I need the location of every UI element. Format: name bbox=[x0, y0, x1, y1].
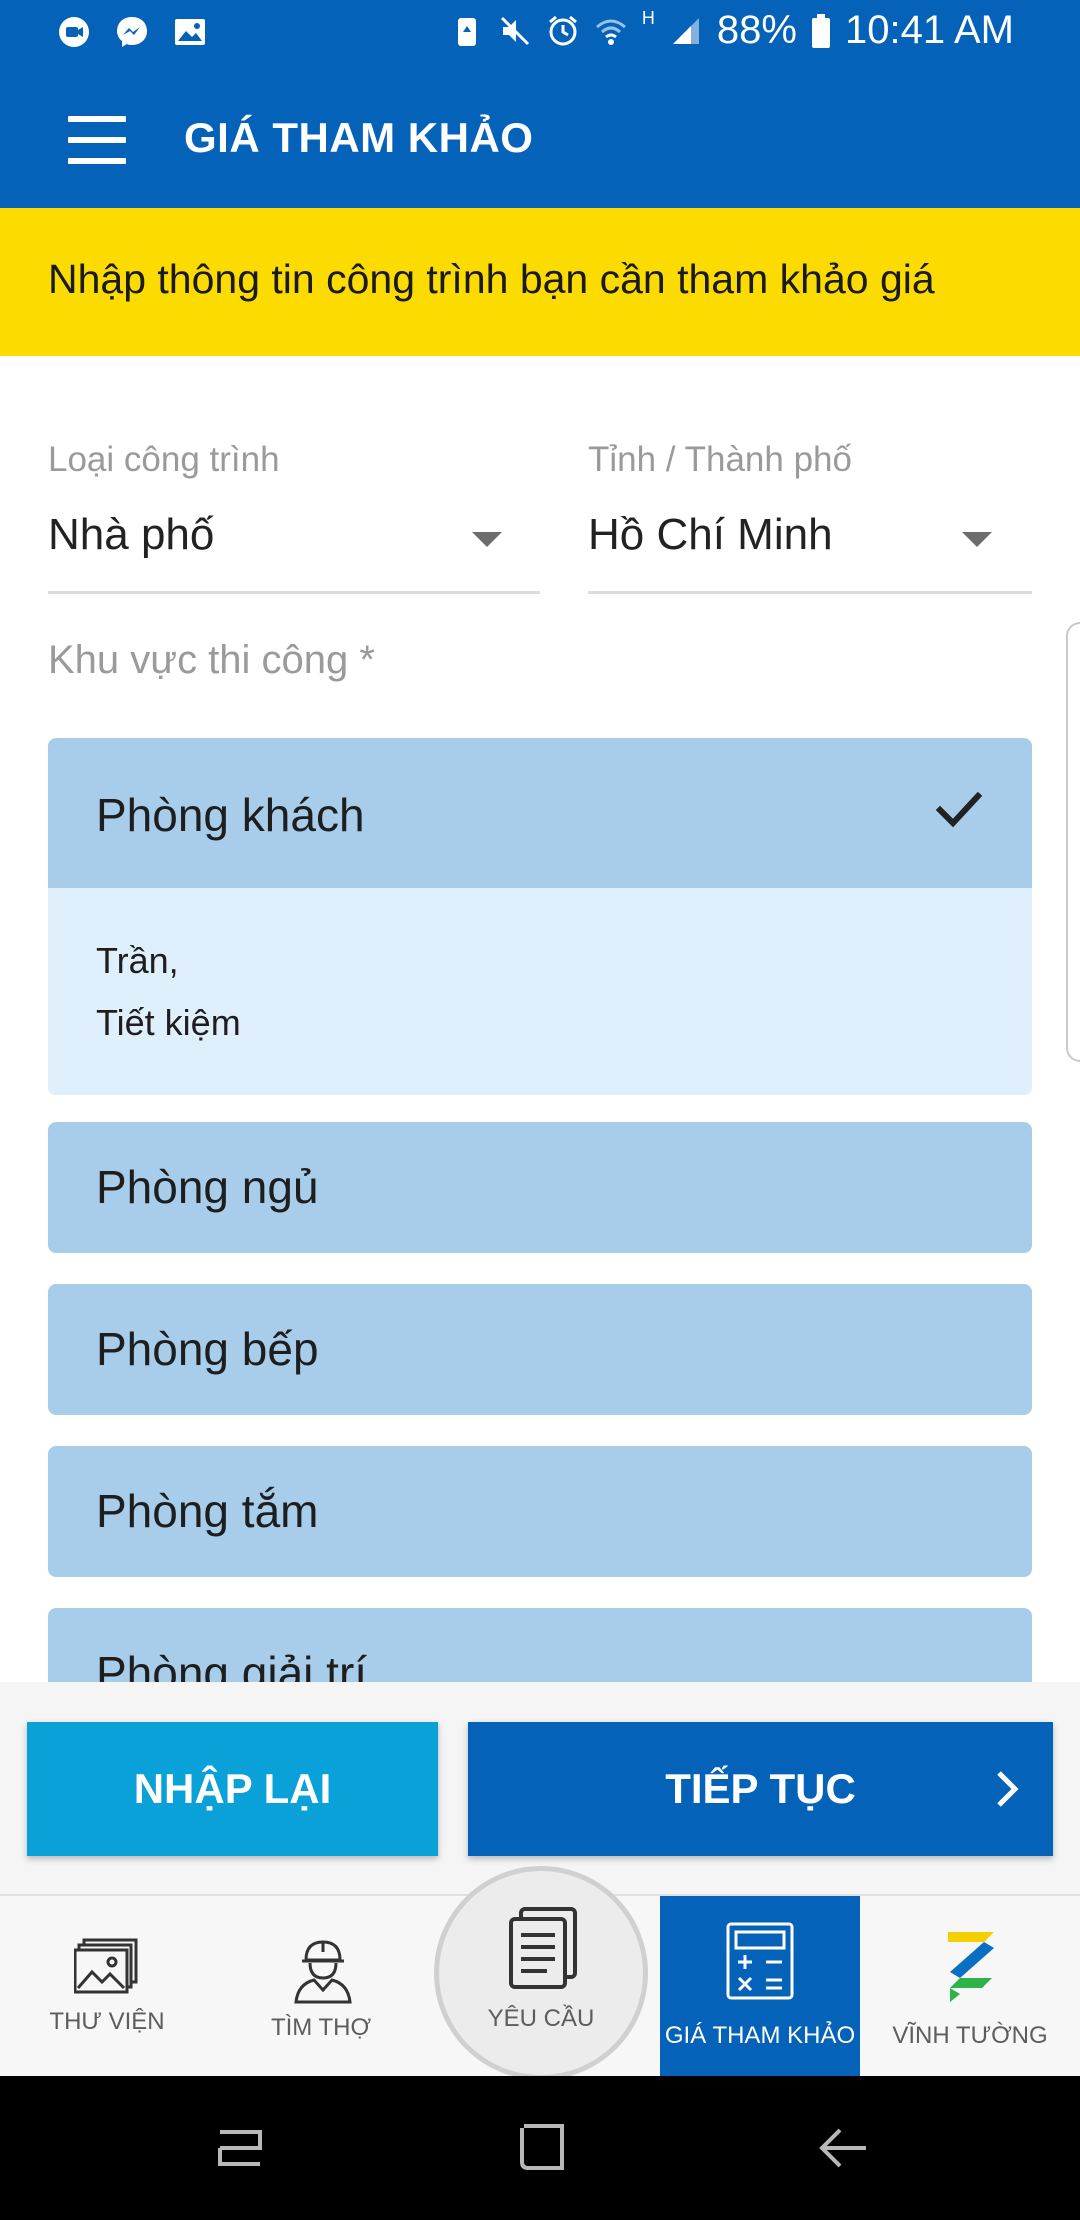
nav-item-vinh-tuong[interactable]: VĨNH TƯỜNG bbox=[860, 1896, 1080, 2078]
area-item-label: Phòng ngủ bbox=[96, 1161, 319, 1213]
document-icon bbox=[509, 1907, 577, 1989]
chevron-right-icon bbox=[997, 1771, 1019, 1807]
reset-button-label: NHẬP LẠI bbox=[133, 1765, 332, 1812]
network-type: H bbox=[641, 8, 655, 28]
detail-ceiling: Trần, bbox=[96, 940, 179, 981]
video-call-icon bbox=[59, 17, 89, 47]
detail-package: Tiết kiệm bbox=[96, 1002, 241, 1043]
image-icon bbox=[175, 19, 205, 45]
hamburger-icon-line bbox=[68, 158, 126, 164]
hamburger-icon bbox=[68, 116, 126, 122]
building-type-dropdown[interactable]: Loại công trình Nhà phố bbox=[48, 440, 540, 594]
nav-item-library[interactable]: THƯ VIỆN bbox=[0, 1896, 214, 2078]
nav-label: YÊU CẦU bbox=[487, 2005, 595, 2032]
area-section-label: Khu vực thi công * bbox=[48, 638, 375, 682]
home-icon[interactable] bbox=[512, 2118, 572, 2178]
nav-label: VĨNH TƯỜNG bbox=[892, 2022, 1048, 2049]
area-item-label: Phòng giải trí bbox=[96, 1647, 368, 1682]
system-nav-bar bbox=[0, 2076, 1080, 2220]
continue-button-label: TIẾP TỤC bbox=[665, 1765, 856, 1812]
building-type-value: Nhà phố bbox=[48, 510, 215, 559]
mute-icon bbox=[500, 16, 529, 45]
nav-item-find-worker[interactable]: TÌM THỢ bbox=[214, 1896, 428, 2078]
battery-percent: 88% bbox=[716, 8, 797, 52]
caret-down-icon bbox=[472, 532, 502, 547]
area-item-bathroom[interactable]: Phòng tắm bbox=[48, 1446, 1032, 1577]
vinh-tuong-logo bbox=[948, 1932, 994, 2002]
signal-icon bbox=[672, 17, 699, 44]
alarm-icon bbox=[548, 15, 577, 45]
area-item-label: Phòng bếp bbox=[96, 1323, 319, 1375]
caret-down-icon bbox=[962, 532, 992, 547]
area-item-label: Phòng khách bbox=[96, 789, 365, 841]
battery-saver-icon bbox=[457, 17, 476, 46]
status-bar: H 88% 10:41 AM bbox=[0, 0, 1080, 72]
area-item-kitchen[interactable]: Phòng bếp bbox=[48, 1284, 1032, 1415]
area-item-entertainment[interactable]: Phòng giải trí bbox=[48, 1608, 1032, 1682]
check-icon bbox=[936, 791, 982, 828]
building-type-label: Loại công trình bbox=[48, 440, 280, 479]
back-icon[interactable] bbox=[814, 2118, 874, 2178]
action-bar: NHẬP LẠI TIẾP TỤC bbox=[0, 1682, 1080, 1894]
continue-button[interactable]: TIẾP TỤC bbox=[468, 1722, 1053, 1856]
city-label: Tỉnh / Thành phố bbox=[588, 440, 852, 479]
clock: 10:41 AM bbox=[844, 8, 1014, 52]
city-value: Hồ Chí Minh bbox=[588, 510, 833, 559]
worker-icon bbox=[294, 1940, 352, 2004]
info-banner: Nhập thông tin công trình bạn cần tham k… bbox=[0, 208, 1080, 356]
menu-button[interactable] bbox=[62, 112, 134, 168]
app-bar: GIÁ THAM KHẢO bbox=[0, 72, 1080, 208]
messenger-icon bbox=[117, 17, 147, 47]
city-dropdown[interactable]: Tỉnh / Thành phố Hồ Chí Minh bbox=[588, 440, 1032, 594]
hamburger-icon-line bbox=[68, 137, 126, 143]
nav-label: THƯ VIỆN bbox=[49, 2008, 165, 2035]
area-item-label: Phòng tắm bbox=[96, 1485, 319, 1537]
nav-label: TÌM THỢ bbox=[270, 2014, 372, 2041]
gallery-icon bbox=[74, 1938, 138, 1994]
nav-label: GIÁ THAM KHẢO bbox=[664, 2022, 856, 2049]
area-item-bedroom[interactable]: Phòng ngủ bbox=[48, 1122, 1032, 1253]
calculator-icon bbox=[726, 1922, 794, 2000]
reset-button[interactable]: NHẬP LẠI bbox=[27, 1722, 438, 1856]
nav-item-requests[interactable]: YÊU CẦU bbox=[434, 1866, 648, 2080]
page-title: GIÁ THAM KHẢO bbox=[184, 114, 534, 161]
battery-icon bbox=[811, 13, 830, 48]
recent-apps-icon[interactable] bbox=[210, 2118, 270, 2178]
wifi-icon bbox=[595, 19, 626, 45]
area-list[interactable]: Phòng khách Trần, Tiết kiệm Phòng ngủ Ph… bbox=[0, 715, 1080, 1682]
banner-text: Nhập thông tin công trình bạn cần tham k… bbox=[48, 256, 935, 302]
area-item-details: Trần, Tiết kiệm bbox=[48, 888, 1032, 1095]
nav-item-reference-price[interactable]: GIÁ THAM KHẢO bbox=[660, 1896, 860, 2078]
area-item-living-room[interactable]: Phòng khách Trần, Tiết kiệm bbox=[48, 738, 1032, 1095]
